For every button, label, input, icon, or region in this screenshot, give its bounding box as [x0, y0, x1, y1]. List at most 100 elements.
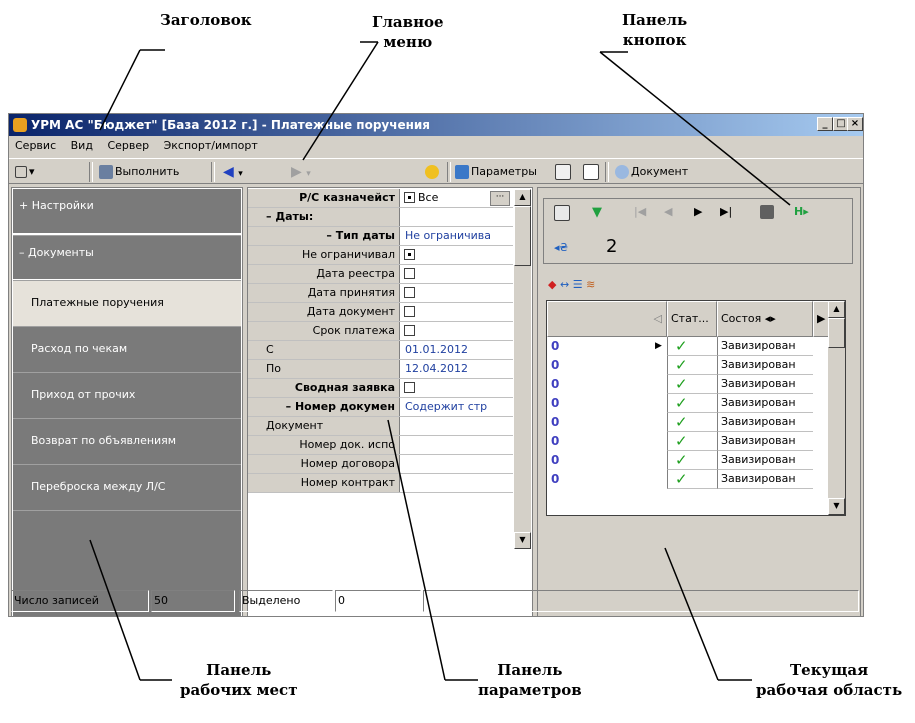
param-row[interactable]: Документ — [248, 417, 513, 436]
param-checkbox[interactable] — [404, 248, 415, 260]
nav-item-other-income[interactable]: Приход от прочих — [13, 372, 241, 418]
param-row[interactable]: Не ограничивал — [248, 246, 513, 265]
param-value[interactable] — [402, 436, 513, 454]
grid-header-state[interactable]: Состоя ◂▸ — [717, 301, 813, 337]
param-row[interactable]: Дата принятия — [248, 284, 513, 303]
param-value[interactable] — [402, 379, 513, 397]
nav-item-check-expense[interactable]: Расход по чекам — [13, 326, 241, 372]
sort-icon[interactable]: ≋ — [586, 278, 595, 291]
param-value[interactable] — [402, 246, 513, 264]
param-value-text: Не ограничива — [405, 229, 491, 242]
grid-header-more[interactable]: ▶ — [813, 301, 829, 337]
param-value[interactable] — [402, 417, 513, 435]
nav-documents[interactable]: – Документы — [13, 235, 241, 279]
table-row[interactable]: 0 ✓ Завизирован — [547, 470, 829, 489]
title-bar[interactable]: УРМ АС "Бюджет" [База 2012 г.] - Платежн… — [9, 114, 863, 136]
param-row[interactable]: Дата реестра — [248, 265, 513, 284]
table-row[interactable]: 0 ▶ ✓ Завизирован — [547, 337, 829, 356]
param-value[interactable] — [402, 284, 513, 302]
params-scrollbar[interactable]: ▲ ▼ — [514, 189, 531, 549]
param-value[interactable]: Не ограничива — [402, 227, 513, 245]
forward-button[interactable]: ▶ ▾ — [291, 163, 311, 181]
list-icon[interactable]: ☰ — [573, 278, 583, 291]
param-row[interactable]: Номер договора — [248, 455, 513, 474]
param-row[interactable]: Срок платежа — [248, 322, 513, 341]
param-value[interactable] — [402, 474, 513, 492]
param-value[interactable]: 01.01.2012 — [402, 341, 513, 359]
nav-item-announcement-return[interactable]: Возврат по объявлениям — [13, 418, 241, 464]
last-page-button[interactable]: ▶| — [720, 205, 732, 218]
nav-settings[interactable]: + Настройки — [13, 189, 241, 233]
param-checkbox[interactable] — [404, 381, 415, 393]
grid-scroll-thumb[interactable] — [828, 318, 845, 348]
document-button[interactable]: Документ — [615, 163, 688, 181]
param-value[interactable]: 12.04.2012 — [402, 360, 513, 378]
param-row[interactable]: Р/С казначейст Все ··· — [248, 189, 513, 208]
nav-item-transfer-between-accounts[interactable]: Переброска между Л/С — [13, 464, 241, 510]
menu-view[interactable]: Вид — [65, 136, 98, 152]
param-row[interactable]: Сводная заявка — [248, 379, 513, 398]
param-checkbox[interactable] — [404, 286, 415, 298]
calculator-button[interactable] — [760, 205, 776, 219]
param-value[interactable] — [402, 208, 513, 226]
prev-page-button[interactable]: ◀ — [664, 205, 672, 218]
check-button[interactable] — [583, 163, 601, 181]
back-button[interactable]: ◀ ▾ — [223, 163, 243, 181]
nav-item-payment-orders[interactable]: Платежные поручения — [13, 280, 241, 326]
checklist-button[interactable] — [555, 163, 573, 181]
menu-server[interactable]: Сервер — [101, 136, 154, 152]
remove-icon[interactable]: ◆ — [548, 278, 556, 291]
toolbar-separator — [211, 162, 215, 182]
grid-scrollbar[interactable]: ▲ ▼ — [828, 301, 845, 515]
param-name: Дата документ — [248, 303, 400, 321]
extra-button[interactable]: H▸ — [794, 205, 809, 218]
scroll-thumb[interactable] — [514, 206, 531, 266]
param-checkbox[interactable] — [404, 324, 415, 336]
first-page-button[interactable]: |◀ — [634, 205, 646, 218]
grid-scroll-up[interactable]: ▲ — [828, 301, 845, 318]
param-row[interactable]: – Номер докумен Содержит стр — [248, 398, 513, 417]
param-value[interactable] — [402, 265, 513, 283]
param-row[interactable]: – Даты: — [248, 208, 513, 227]
grid-scroll-down[interactable]: ▼ — [828, 498, 845, 515]
param-checkbox[interactable] — [404, 267, 415, 279]
table-row[interactable]: 0 ✓ Завизирован — [547, 432, 829, 451]
param-row[interactable]: С 01.01.2012 — [248, 341, 513, 360]
filter-button[interactable]: ▼ — [592, 205, 602, 220]
param-row[interactable]: Дата документ — [248, 303, 513, 322]
param-value[interactable]: Все ··· — [402, 189, 513, 207]
menu-service[interactable]: Сервис — [9, 136, 61, 152]
refresh-button[interactable] — [425, 163, 441, 181]
param-radio[interactable] — [404, 191, 415, 203]
param-row[interactable]: – Тип даты Не ограничива — [248, 227, 513, 246]
param-checkbox[interactable] — [404, 305, 415, 317]
close-button[interactable]: × — [847, 117, 863, 131]
table-row[interactable]: 0 ✓ Завизирован — [547, 375, 829, 394]
scroll-up-button[interactable]: ▲ — [514, 189, 531, 206]
table-row[interactable]: 0 ✓ Завизирован — [547, 394, 829, 413]
swap-icon[interactable]: ↔ — [560, 278, 569, 291]
param-ellipsis-button[interactable]: ··· — [490, 191, 510, 206]
param-value[interactable] — [402, 455, 513, 473]
param-value[interactable] — [402, 303, 513, 321]
next-page-button[interactable]: ▶ — [694, 205, 702, 218]
param-row[interactable]: Номер контракт — [248, 474, 513, 493]
table-row[interactable]: 0 ✓ Завизирован — [547, 356, 829, 375]
status-check-icon: ✓ — [667, 394, 717, 413]
minimize-button[interactable]: _ — [817, 117, 833, 131]
param-value[interactable]: Содержит стр — [402, 398, 513, 416]
table-row[interactable]: 0 ✓ Завизирован — [547, 413, 829, 432]
execute-button[interactable]: Выполнить — [99, 163, 179, 181]
param-row[interactable]: Номер док. испо — [248, 436, 513, 455]
tree-button[interactable]: ▾ — [15, 163, 35, 181]
table-row[interactable]: 0 ✓ Завизирован — [547, 451, 829, 470]
tag-button[interactable]: ◂₴ — [554, 241, 568, 254]
param-value[interactable] — [402, 322, 513, 340]
param-name: – Номер докумен — [248, 398, 400, 416]
scroll-down-button[interactable]: ▼ — [514, 532, 531, 549]
parameters-button[interactable]: Параметры — [455, 163, 537, 181]
open-button[interactable] — [554, 205, 572, 221]
menu-export-import[interactable]: Экспорт/импорт — [158, 136, 263, 152]
grid-header-status[interactable]: Стат... — [667, 301, 717, 337]
param-row[interactable]: По 12.04.2012 — [248, 360, 513, 379]
